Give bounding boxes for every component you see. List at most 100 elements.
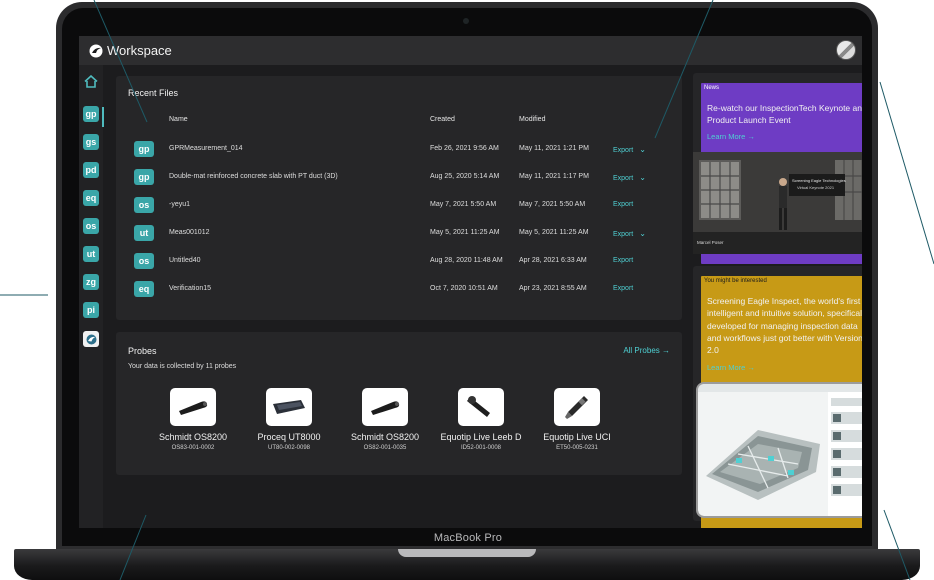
os-file-icon: os bbox=[134, 197, 154, 213]
app-screen: Workspace gp gs pd eq os ut zg pi Recent… bbox=[79, 36, 862, 528]
rebound-hammer-icon bbox=[170, 388, 216, 426]
probe-serial: ET50-005-0231 bbox=[556, 445, 598, 451]
probes-panel: Probes Your data is collected by 11 prob… bbox=[116, 332, 682, 475]
chevron-down-icon[interactable]: ⌄ bbox=[639, 145, 646, 154]
keynote-video-caption: Screening Eagle Technologies bbox=[792, 178, 846, 183]
file-name[interactable]: -yeyu1 bbox=[169, 201, 190, 208]
home-icon bbox=[84, 74, 98, 88]
sidebar-item-pi[interactable]: pi bbox=[83, 302, 99, 318]
file-created: Aug 25, 2020 5:14 AM bbox=[430, 173, 500, 180]
file-created: May 5, 2021 11:25 AM bbox=[430, 229, 500, 236]
probe-card[interactable]: Proceq UT8000 UT80-002-0098 bbox=[234, 388, 344, 451]
inspect-app-screenshot bbox=[698, 384, 862, 516]
probe-name: Schmidt OS8200 bbox=[350, 432, 420, 442]
sidebar: gp gs pd eq os ut zg pi bbox=[79, 65, 104, 528]
recent-files-title: Recent Files bbox=[128, 88, 179, 98]
export-button[interactable]: Export bbox=[613, 201, 633, 208]
export-label: Export bbox=[613, 285, 634, 292]
probe-name: Proceq UT8000 bbox=[257, 432, 321, 442]
hardness-tester-icon bbox=[458, 388, 504, 426]
file-modified: May 5, 2021 11:25 AM bbox=[519, 229, 589, 236]
sidebar-item-eagle[interactable] bbox=[83, 331, 99, 347]
file-name[interactable]: Double-mat reinforced concrete slab with… bbox=[169, 173, 338, 180]
file-name[interactable]: GPRMeasurement_014 bbox=[169, 145, 243, 152]
camera-icon bbox=[463, 18, 469, 24]
export-label: Export bbox=[613, 231, 634, 238]
sidebar-active-indicator bbox=[102, 107, 104, 127]
chevron-down-icon[interactable]: ⌄ bbox=[639, 173, 646, 182]
file-name[interactable]: Untitled40 bbox=[169, 257, 201, 264]
eq-file-icon: eq bbox=[134, 281, 154, 297]
eagle-logo-icon[interactable] bbox=[89, 44, 103, 58]
keynote-video-thumbnail[interactable]: Screening Eagle Technologies Virtual Key… bbox=[693, 152, 862, 254]
probe-serial: UT80-002-0098 bbox=[267, 445, 311, 451]
tablet-screenshot[interactable] bbox=[696, 382, 862, 518]
column-header-name[interactable]: Name bbox=[169, 116, 188, 123]
sidebar-item-pd[interactable]: pd bbox=[83, 162, 99, 178]
export-button[interactable]: Export bbox=[613, 285, 633, 292]
app-title: Workspace bbox=[107, 43, 172, 58]
keynote-speaker-name: Marcel Poser bbox=[697, 240, 724, 245]
file-modified: May 7, 2021 5:50 AM bbox=[519, 201, 586, 208]
news-card[interactable]: News Re-watch our InspectionTech Keynote… bbox=[693, 73, 862, 264]
sidebar-item-home[interactable] bbox=[83, 73, 99, 89]
interest-learn-more-link[interactable]: Learn More → bbox=[707, 363, 755, 372]
probe-card[interactable]: Equotip Live UCI ET50-005-0231 bbox=[522, 388, 632, 451]
table-row[interactable]: ut Meas001012 May 5, 2021 11:25 AM May 5… bbox=[116, 220, 682, 248]
probe-serial: OS83-001-0002 bbox=[171, 445, 215, 451]
sidebar-item-os[interactable]: os bbox=[83, 218, 99, 234]
table-row[interactable]: gp Double-mat reinforced concrete slab w… bbox=[116, 164, 682, 192]
app-topbar: Workspace bbox=[79, 36, 862, 65]
news-headline: Re-watch our InspectionTech Keynote and … bbox=[707, 103, 862, 125]
sidebar-item-eq[interactable]: eq bbox=[83, 190, 99, 206]
sidebar-item-gs[interactable]: gs bbox=[83, 134, 99, 150]
ultrasonic-probe-icon bbox=[266, 388, 312, 426]
probe-card[interactable]: Equotip Live Leeb D ID52-001-0008 bbox=[426, 388, 536, 451]
sidebar-item-zg[interactable]: zg bbox=[83, 274, 99, 290]
export-label: Export bbox=[613, 147, 634, 154]
probes-subtitle: Your data is collected by 11 probes bbox=[128, 363, 237, 370]
chevron-down-icon[interactable]: ⌄ bbox=[639, 229, 646, 238]
export-label: Export bbox=[613, 175, 634, 182]
column-header-created[interactable]: Created bbox=[430, 116, 455, 123]
file-name[interactable]: Meas001012 bbox=[169, 229, 209, 236]
file-created: May 7, 2021 5:50 AM bbox=[430, 201, 497, 208]
file-created: Aug 28, 2020 11:48 AM bbox=[430, 257, 503, 264]
probe-card[interactable]: Schmidt OS8200 OS82-001-0035 bbox=[330, 388, 440, 451]
sidebar-item-ut[interactable]: ut bbox=[83, 246, 99, 262]
export-button[interactable]: Export ⌄ bbox=[613, 145, 646, 154]
sidebar-item-gp[interactable]: gp bbox=[83, 106, 99, 122]
keynote-stage-image bbox=[693, 152, 862, 254]
table-row[interactable]: os -yeyu1 May 7, 2021 5:50 AM May 7, 202… bbox=[116, 192, 682, 220]
export-label: Export bbox=[613, 201, 634, 208]
file-modified: May 11, 2021 1:17 PM bbox=[519, 173, 589, 180]
probe-serial: ID52-001-0008 bbox=[460, 445, 502, 451]
export-button[interactable]: Export ⌄ bbox=[613, 173, 646, 182]
table-row[interactable]: eq Verification15 Oct 7, 2020 10:51 AM A… bbox=[116, 276, 682, 304]
device-brand-label: MacBook Pro bbox=[433, 532, 503, 544]
probe-serial: OS82-001-0035 bbox=[363, 445, 407, 451]
os-file-icon: os bbox=[134, 253, 154, 269]
export-label: Export bbox=[613, 257, 634, 264]
probe-name: Equotip Live Leeb D bbox=[440, 432, 522, 442]
all-probes-link[interactable]: All Probes → bbox=[623, 346, 670, 355]
file-created: Feb 26, 2021 9:56 AM bbox=[430, 145, 499, 152]
laptop-notch bbox=[398, 549, 536, 557]
file-name[interactable]: Verification15 bbox=[169, 285, 211, 292]
table-row[interactable]: os Untitled40 Aug 28, 2020 11:48 AM Apr … bbox=[116, 248, 682, 276]
keynote-video-subcaption: Virtual Keynote 2021 bbox=[797, 185, 835, 190]
probe-name: Schmidt OS8200 bbox=[158, 432, 228, 442]
export-button[interactable]: Export bbox=[613, 257, 633, 264]
probes-title: Probes bbox=[128, 346, 157, 356]
recent-files-panel: Recent Files Name Created Modified gp GP… bbox=[116, 76, 682, 320]
export-button[interactable]: Export ⌄ bbox=[613, 229, 646, 238]
column-header-modified[interactable]: Modified bbox=[519, 116, 545, 123]
interest-card[interactable]: You might be interested Screening Eagle … bbox=[693, 266, 862, 528]
probe-card[interactable]: Schmidt OS8200 OS83-001-0002 bbox=[138, 388, 248, 451]
user-avatar[interactable] bbox=[836, 40, 856, 60]
file-modified: Apr 23, 2021 8:55 AM bbox=[519, 285, 587, 292]
file-created: Oct 7, 2020 10:51 AM bbox=[430, 285, 498, 292]
table-row[interactable]: gp GPRMeasurement_014 Feb 26, 2021 9:56 … bbox=[116, 136, 682, 164]
file-modified: Apr 28, 2021 6:33 AM bbox=[519, 257, 587, 264]
news-learn-more-link[interactable]: Learn More → bbox=[707, 132, 755, 141]
